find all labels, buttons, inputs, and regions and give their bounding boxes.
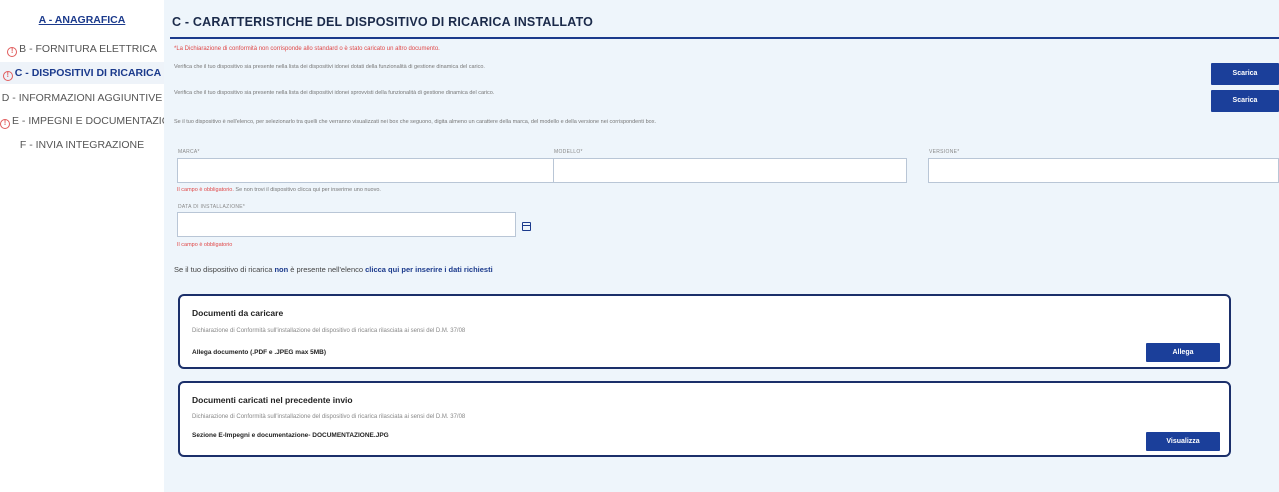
- sidebar-item-informazioni-aggiuntive[interactable]: D - INFORMAZIONI AGGIUNTIVE: [0, 92, 164, 104]
- sidebar-item-impegni-e-documentazione[interactable]: ! E - IMPEGNI E DOCUMENTAZIONE: [0, 115, 184, 129]
- not-listed-middle: è presente nell'elenco: [288, 265, 366, 274]
- instructions-text: Se il tuo dispositivo è nell'elenco, per…: [174, 119, 656, 125]
- sidebar-item-label: E - IMPEGNI E DOCUMENTAZIONE: [12, 115, 185, 127]
- card-description: Dichiarazione di Conformità sull'install…: [192, 414, 466, 420]
- version-label: VERSIONE*: [929, 149, 960, 155]
- sidebar-item-fornitura-elettrica[interactable]: ! B - FORNITURA ELETTRICA: [0, 43, 164, 57]
- installation-date-label: DATA DI INSTALLAZIONE*: [178, 204, 246, 210]
- sidebar-item-anagrafica[interactable]: A - ANAGRAFICA: [0, 14, 164, 26]
- upload-card: Documenti da caricare Dichiarazione di C…: [178, 294, 1231, 369]
- download-static-button[interactable]: Scarica: [1211, 90, 1279, 112]
- warning-icon: !: [2, 71, 13, 81]
- sidebar: A - ANAGRAFICA ! B - FORNITURA ELETTRICA …: [0, 0, 184, 492]
- sidebar-item-label: D - INFORMAZIONI AGGIUNTIVE: [1, 92, 163, 104]
- version-input[interactable]: [928, 158, 1279, 183]
- card-title: Documenti caricati nel precedente invio: [192, 395, 353, 405]
- sidebar-item-label: F - INVIA INTEGRAZIONE: [19, 139, 145, 151]
- card-description: Dichiarazione di Conformità sull'install…: [192, 328, 466, 334]
- title-divider: [170, 37, 1279, 39]
- warning-icon: !: [0, 119, 10, 129]
- previous-documents-card: Documenti caricati nel precedente invio …: [178, 381, 1231, 457]
- error-notice: *La Dichiarazione di conformità non corr…: [174, 46, 440, 52]
- sidebar-item-label: C - DISPOSITIVI DI RICARICA: [14, 67, 162, 79]
- not-listed-emph: non: [274, 265, 289, 274]
- page-title: C - CARATTERISTICHE DEL DISPOSITIVO DI R…: [172, 15, 594, 29]
- model-label: MODELLO*: [554, 149, 583, 155]
- card-document-label: Sezione E-Impegni e documentazione- DOCU…: [192, 432, 389, 439]
- view-button[interactable]: Visualizza: [1146, 432, 1220, 451]
- brand-error: Il campo è obbligatorio.: [177, 187, 234, 193]
- sidebar-item-dispositivi-di-ricarica[interactable]: ! C - DISPOSITIVI DI RICARICA: [0, 62, 164, 84]
- sidebar-item-label: B - FORNITURA ELETTRICA: [19, 43, 157, 55]
- add-new-device-link[interactable]: Se non trovi il dispositivo clicca qui p…: [234, 187, 381, 193]
- sidebar-item-invia-integrazione[interactable]: F - INVIA INTEGRAZIONE: [0, 139, 164, 151]
- brand-input[interactable]: [177, 158, 559, 183]
- brand-label: MARCA*: [178, 149, 200, 155]
- model-input[interactable]: [553, 158, 907, 183]
- attach-button[interactable]: Allega: [1146, 343, 1220, 362]
- date-error: Il campo è obbligatorio: [177, 242, 233, 248]
- not-listed-text: Se il tuo dispositivo di ricarica non è …: [174, 265, 493, 274]
- warning-icon: !: [7, 47, 18, 57]
- card-document-label: Allega documento (.PDF e .JPEG max 5MB): [192, 349, 326, 356]
- sidebar-item-label: A - ANAGRAFICA: [38, 14, 126, 26]
- brand-field-hint: Il campo è obbligatorio. Se non trovi il…: [177, 187, 381, 193]
- main-content: C - CARATTERISTICHE DEL DISPOSITIVO DI R…: [164, 0, 1279, 492]
- download-dynamic-button[interactable]: Scarica: [1211, 63, 1279, 85]
- verify-dynamic-text: Verifica che il tuo dispositivo sia pres…: [174, 64, 485, 70]
- insert-data-link[interactable]: clicca qui per inserire i dati richiesti: [365, 265, 493, 274]
- installation-date-input[interactable]: [177, 212, 516, 237]
- card-title: Documenti da caricare: [192, 308, 284, 318]
- verify-static-text: Verifica che il tuo dispositivo sia pres…: [174, 90, 495, 96]
- calendar-icon[interactable]: [522, 222, 531, 231]
- not-listed-prefix: Se il tuo dispositivo di ricarica: [174, 265, 275, 274]
